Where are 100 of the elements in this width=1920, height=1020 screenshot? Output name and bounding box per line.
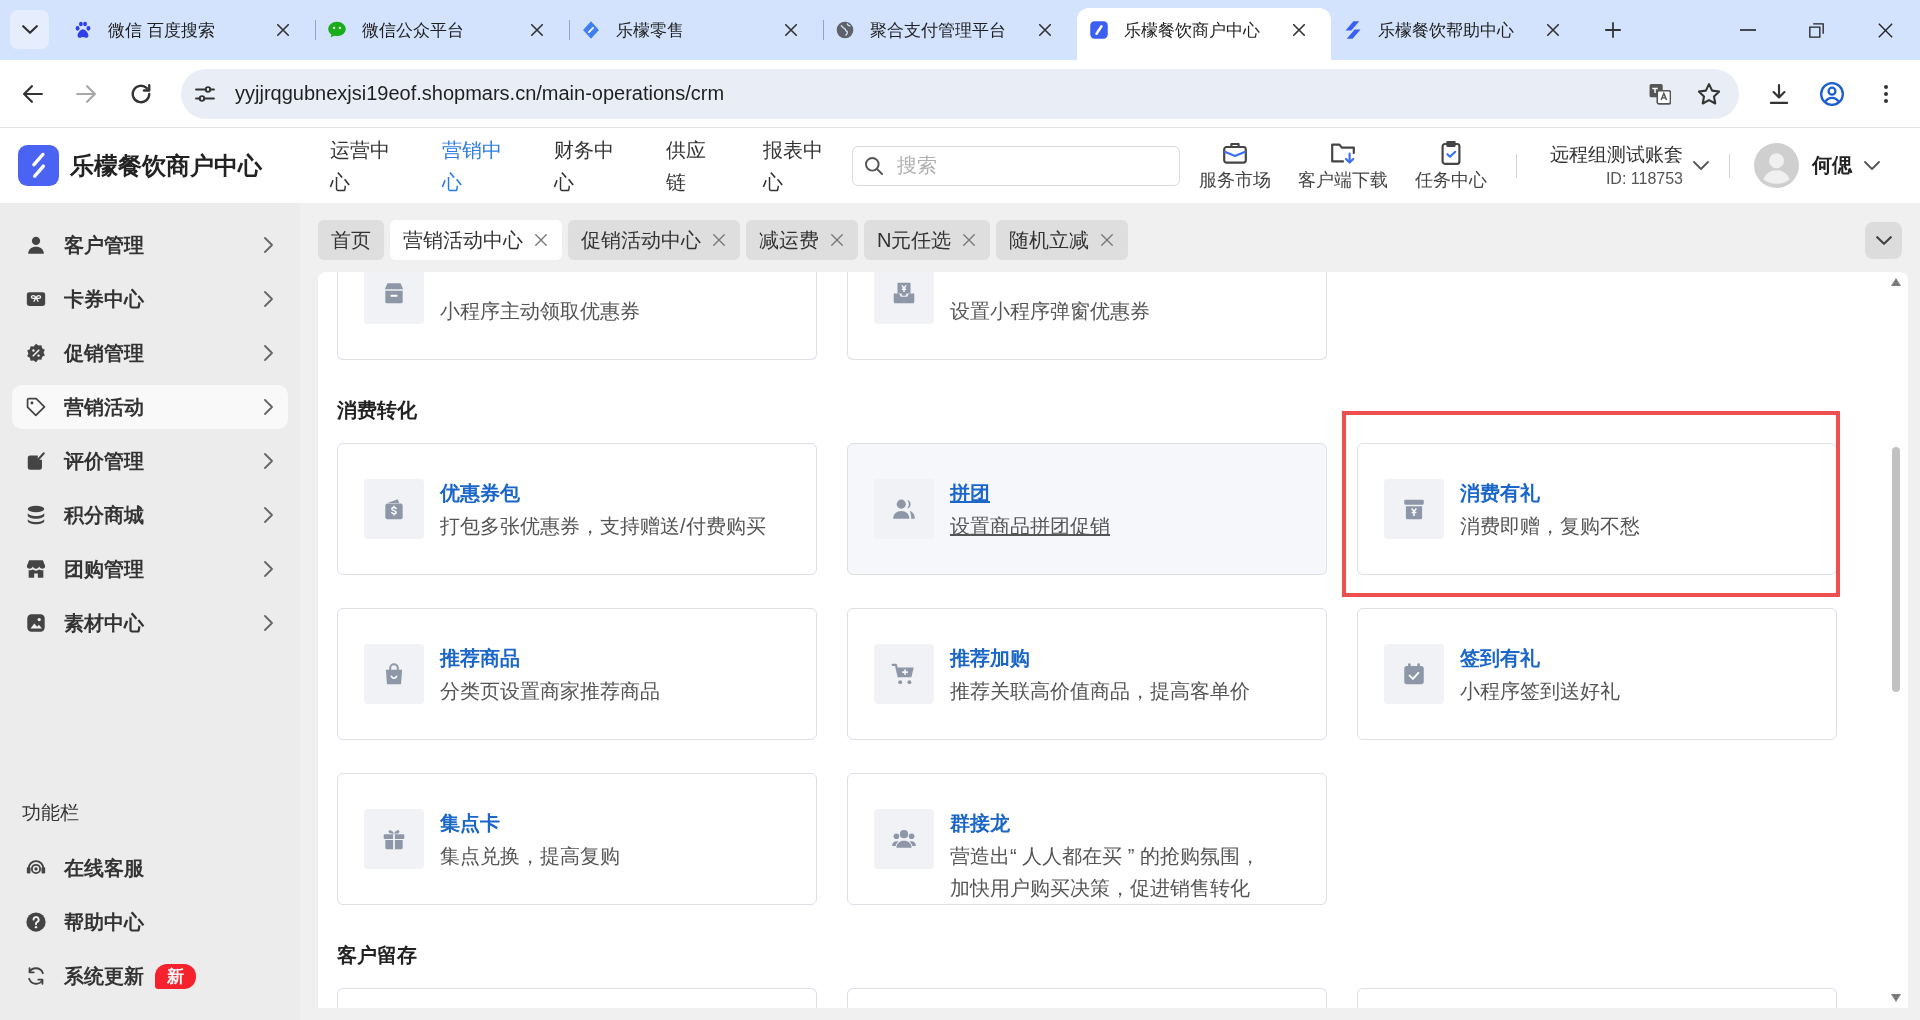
- new-badge: 新: [155, 963, 196, 989]
- sidebar-item[interactable]: 素材中心: [12, 601, 288, 645]
- help-icon: [25, 911, 47, 933]
- page-tab[interactable]: 促销活动中心: [568, 220, 740, 260]
- chevron-down-icon: [1693, 161, 1709, 170]
- close-icon: [831, 234, 843, 246]
- page-tab[interactable]: 减运费: [746, 220, 858, 260]
- page-tab[interactable]: 营销活动中心: [390, 220, 562, 260]
- nav-tab[interactable]: 营销中心: [442, 133, 505, 198]
- browser-tab[interactable]: 乐檬零售: [569, 8, 823, 60]
- card-description: 推荐关联高价值商品，提高客单价: [950, 679, 1250, 704]
- user-menu-button[interactable]: 何偲: [1754, 143, 1880, 188]
- card-description: 设置商品拼团促销: [950, 514, 1110, 539]
- section-title: 消费转化: [337, 398, 417, 422]
- tab-search-button[interactable]: [10, 10, 49, 49]
- browser-tab[interactable]: 微信公众平台: [315, 8, 569, 60]
- sidebar-item[interactable]: 系统更新 新: [12, 954, 288, 998]
- sidebar-item[interactable]: 积分商城: [12, 493, 288, 537]
- nav-tab[interactable]: 财务中心: [554, 133, 617, 198]
- feature-card[interactable]: 推荐商品 分类页设置商家推荐商品: [337, 608, 817, 740]
- scrollbar-thumb[interactable]: [1892, 447, 1900, 692]
- sidebar-item[interactable]: 团购管理: [12, 547, 288, 591]
- tune-icon: [195, 83, 215, 104]
- inbox-icon: [874, 272, 934, 324]
- card-description: 打包多张优惠券，支持赠送/付费购买: [440, 514, 766, 539]
- close-icon: [713, 234, 725, 246]
- sidebar-item[interactable]: 营销活动: [12, 385, 288, 429]
- nav-tab[interactable]: 运营中心: [330, 133, 393, 198]
- avatar-icon: [1754, 143, 1799, 188]
- cart-icon: [874, 644, 934, 704]
- close-icon: [1878, 22, 1893, 38]
- browser-tab[interactable]: 乐檬餐饮帮助中心: [1331, 8, 1585, 60]
- box-icon: [364, 272, 424, 324]
- card-title: 集点卡: [440, 811, 500, 836]
- archive-icon: [1384, 479, 1444, 539]
- sidebar-item[interactable]: 卡券中心: [12, 277, 288, 321]
- calendar-check-icon: [1384, 644, 1444, 704]
- sidebar-item[interactable]: 促销管理: [12, 331, 288, 375]
- translate-icon: [1649, 82, 1671, 105]
- nav-tab[interactable]: 供应链: [666, 133, 713, 198]
- toolbar-button[interactable]: 任务中心: [1401, 140, 1501, 191]
- download-icon: [1769, 83, 1789, 104]
- feature-card[interactable]: 优惠券包 打包多张优惠券，支持赠送/付费购买: [337, 443, 817, 575]
- card-title: 群接龙: [950, 811, 1010, 836]
- scroll-up-icon[interactable]: [1891, 278, 1901, 286]
- profile-icon: [1820, 81, 1844, 106]
- sidebar-item[interactable]: 帮助中心: [12, 900, 288, 944]
- browser-tab[interactable]: 聚合支付管理平台: [823, 8, 1077, 60]
- percent-badge-icon: [25, 342, 47, 364]
- card-description: 集点兑换，提高复购: [440, 844, 620, 869]
- close-icon: [1039, 24, 1051, 36]
- feature-card[interactable]: 签到有礼 小程序签到送好礼: [1357, 608, 1837, 740]
- close-icon: [785, 24, 797, 36]
- browser-tab[interactable]: 乐檬餐饮商户中心: [1077, 8, 1331, 60]
- card-description: 消费即赠，复购不愁: [1460, 514, 1640, 539]
- paw-icon: [73, 20, 93, 40]
- feature-card[interactable]: 消费有礼 消费即赠，复购不愁: [1357, 443, 1837, 575]
- close-icon: [535, 234, 547, 246]
- page-tab[interactable]: 首页: [318, 220, 384, 260]
- toolbar-button[interactable]: 服务市场: [1185, 140, 1285, 191]
- chevron-right-icon: [264, 237, 273, 253]
- feature-card[interactable]: 集点卡 集点兑换，提高复购: [337, 773, 817, 905]
- reload-icon: [131, 83, 151, 104]
- brand-name: 乐檬餐饮商户中心: [70, 150, 262, 181]
- users-icon: [874, 479, 934, 539]
- sidebar-item[interactable]: 评价管理: [12, 439, 288, 483]
- chevron-right-icon: [264, 291, 273, 307]
- card-description: 设置小程序弹窗优惠券: [950, 299, 1150, 324]
- card-title: 拼团: [950, 481, 990, 506]
- close-icon: [1101, 234, 1114, 246]
- feature-card[interactable]: 拼团 设置商品拼团促销: [847, 443, 1327, 575]
- close-icon: [1547, 24, 1559, 36]
- toolbar-button[interactable]: 客户端下载: [1293, 140, 1393, 191]
- account-switcher[interactable]: 远程组测试账套 ID: 118753: [1550, 141, 1709, 190]
- sidebar-item[interactable]: 客户管理: [12, 223, 288, 267]
- scroll-down-icon[interactable]: [1891, 994, 1901, 1002]
- page-tab[interactable]: 随机立减: [996, 220, 1129, 260]
- feature-card[interactable]: 小程序主动领取优惠券: [337, 272, 817, 360]
- card-description: 营造出“ 人人都在买 ” 的抢购氛围，加快用户购买决策，促进销售转化: [950, 844, 1261, 901]
- feature-card[interactable]: 设置小程序弹窗优惠券: [847, 272, 1327, 360]
- close-icon: [277, 24, 289, 36]
- feature-card[interactable]: 推荐加购 推荐关联高价值商品，提高客单价: [847, 608, 1327, 740]
- address-bar[interactable]: yyjjrqgubnexjsi19eof.shopmars.cn/main-operations/crm: [181, 68, 1739, 119]
- feature-card[interactable]: 群接龙 营造出“ 人人都在买 ” 的抢购氛围，加快用户购买决策，促进销售转化: [847, 773, 1327, 905]
- close-icon: [1293, 24, 1305, 36]
- browser-tab[interactable]: 微信 百度搜索: [61, 8, 315, 60]
- tag-icon: [25, 396, 47, 418]
- app-logo-icon: [18, 145, 59, 186]
- page-tab[interactable]: N元任选: [864, 220, 991, 260]
- search-field[interactable]: 搜索: [852, 145, 1180, 186]
- plus-icon: [1605, 22, 1621, 38]
- close-icon: [963, 234, 976, 246]
- sidebar-item[interactable]: 在线客服: [12, 846, 288, 890]
- briefcase-icon: [1223, 140, 1247, 165]
- card-title: 推荐商品: [440, 646, 520, 671]
- tabs-menu-button[interactable]: [1865, 221, 1902, 259]
- url-text: yyjjrqgubnexjsi19eof.shopmars.cn/main-operations/crm: [235, 82, 725, 105]
- arrow-left-icon: [23, 83, 43, 104]
- card-title: 推荐加购: [950, 646, 1030, 671]
- nav-tab[interactable]: 报表中心: [762, 133, 825, 198]
